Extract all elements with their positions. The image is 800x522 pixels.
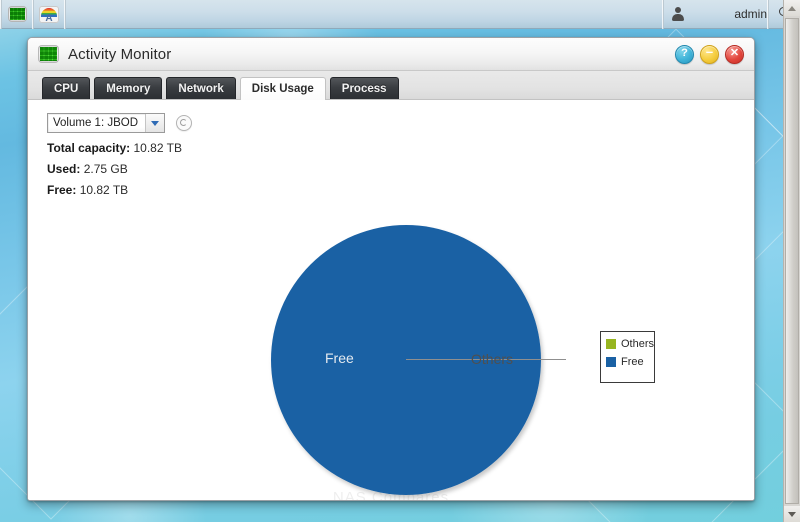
disk-usage-chart: Free Others Others Free bbox=[28, 100, 754, 500]
page-scrollbar[interactable] bbox=[783, 0, 800, 522]
scroll-down-icon[interactable] bbox=[784, 506, 800, 522]
window-controls: ? – ✕ bbox=[675, 45, 744, 64]
disk-usage-panel: Volume 1: JBOD Total capacity: 10.82 TB … bbox=[28, 100, 754, 500]
monitor-icon bbox=[38, 45, 59, 63]
taskbar-app-photo-station[interactable]: A bbox=[34, 0, 64, 29]
taskbar-divider bbox=[767, 0, 769, 29]
scroll-up-icon[interactable] bbox=[784, 0, 800, 16]
pie-chart: Free Others bbox=[271, 225, 566, 495]
chart-legend: Others Free bbox=[600, 331, 655, 383]
taskbar-divider bbox=[64, 0, 66, 29]
legend-label-others: Others bbox=[621, 338, 655, 350]
window-titlebar[interactable]: Activity Monitor ? – ✕ bbox=[28, 38, 754, 71]
close-button[interactable]: ✕ bbox=[725, 45, 744, 64]
system-taskbar: A admin bbox=[0, 0, 800, 29]
tab-network[interactable]: Network bbox=[166, 77, 236, 99]
legend-item-free: Free bbox=[606, 356, 654, 368]
tab-memory[interactable]: Memory bbox=[94, 77, 163, 99]
rainbow-icon: A bbox=[39, 5, 59, 23]
legend-item-others: Others bbox=[606, 338, 654, 350]
legend-label-free: Free bbox=[621, 356, 644, 368]
minimize-button[interactable]: – bbox=[700, 45, 719, 64]
tab-bar: CPU Memory Network Disk Usage Process bbox=[28, 71, 754, 100]
help-icon: ? bbox=[681, 47, 688, 59]
help-button[interactable]: ? bbox=[675, 45, 694, 64]
pie-label-others: Others bbox=[471, 351, 514, 367]
tab-process[interactable]: Process bbox=[329, 77, 399, 99]
taskbar-app-activity-monitor[interactable] bbox=[2, 0, 32, 29]
legend-swatch-others bbox=[606, 339, 616, 349]
legend-swatch-free bbox=[606, 357, 616, 367]
person-icon bbox=[672, 7, 685, 21]
user-menu[interactable]: admin bbox=[664, 0, 767, 29]
activity-monitor-window: Activity Monitor ? – ✕ CPU Memory Networ… bbox=[27, 37, 755, 501]
username-label: admin bbox=[734, 7, 767, 21]
window-title: Activity Monitor bbox=[68, 45, 172, 63]
tab-disk-usage[interactable]: Disk Usage bbox=[239, 77, 326, 100]
scrollbar-thumb[interactable] bbox=[785, 18, 799, 504]
pie-label-free: Free bbox=[325, 350, 354, 366]
close-icon: ✕ bbox=[729, 47, 740, 59]
monitor-icon bbox=[7, 6, 27, 22]
tab-cpu[interactable]: CPU bbox=[42, 77, 91, 99]
minimize-icon: – bbox=[705, 44, 714, 59]
